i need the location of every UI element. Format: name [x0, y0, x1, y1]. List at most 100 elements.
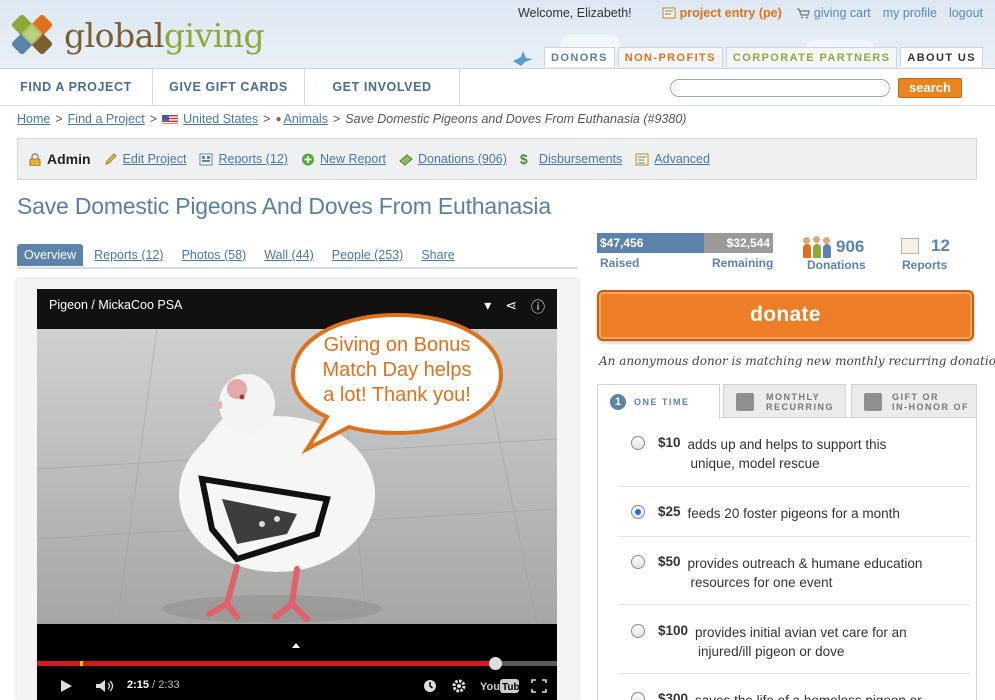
- admin-donations-item[interactable]: Donations (906): [399, 152, 507, 166]
- dollar-icon: $: [519, 150, 528, 167]
- breadcrumb-category[interactable]: Animals: [284, 112, 328, 126]
- volume-icon[interactable]: [95, 679, 117, 693]
- report-doc-icon: [901, 238, 919, 254]
- match-note: An anonymous donor is matching new month…: [599, 354, 995, 368]
- donations-label[interactable]: Donations: [807, 258, 866, 272]
- donation-option-25[interactable]: $25 feeds 20 foster pigeons for a month: [598, 504, 976, 523]
- welcome-text: Welcome, Elizabeth!: [517, 6, 632, 20]
- share-icon[interactable]: ⋖: [505, 297, 517, 317]
- donation-option-10[interactable]: $10 adds up and helps to support this uni…: [598, 435, 976, 473]
- info-icon[interactable]: ⓘ: [531, 297, 545, 317]
- tab-wall[interactable]: Wall (44): [264, 248, 314, 262]
- edit-project-item[interactable]: Edit Project: [104, 152, 187, 166]
- disbursements-item[interactable]: $ Disbursements: [519, 150, 622, 167]
- tab-people[interactable]: People (253): [332, 248, 404, 262]
- edit-project-link[interactable]: Edit Project: [123, 152, 187, 166]
- radio-50[interactable]: [631, 555, 645, 569]
- giving-cart-link[interactable]: giving cart: [796, 6, 871, 20]
- play-icon[interactable]: [59, 679, 73, 693]
- svg-text:You: You: [480, 681, 500, 693]
- tab-donors[interactable]: DONORS: [544, 47, 615, 67]
- video-control-row: 2:15 / 2:33 YouTube: [37, 677, 557, 695]
- donation-option-50[interactable]: $50 provides outreach & humane education…: [598, 554, 976, 592]
- video-time: 2:15 / 2:33: [127, 679, 180, 691]
- admin-reports-link[interactable]: Reports (12): [218, 152, 287, 166]
- funding-progress-bar: $47,456 $32,544: [597, 233, 773, 253]
- settings-gear-icon[interactable]: [451, 678, 467, 694]
- donate-button[interactable]: donate: [597, 290, 974, 341]
- nav-get-involved[interactable]: GET INVOLVED: [305, 69, 460, 106]
- donation-option-100[interactable]: $100 provides initial avian vet care for…: [598, 623, 976, 661]
- fullscreen-icon[interactable]: [531, 679, 547, 693]
- radio-10[interactable]: [631, 436, 645, 450]
- expand-arrow-icon[interactable]: [292, 643, 300, 648]
- breadcrumb-current: Save Domestic Pigeons and Doves From Eut…: [345, 112, 687, 126]
- disbursements-link[interactable]: Disbursements: [539, 152, 622, 166]
- logout-link[interactable]: logout: [949, 6, 983, 20]
- video-scrubber-handle[interactable]: [488, 657, 502, 670]
- advanced-icon: [635, 153, 649, 165]
- breadcrumb-home[interactable]: Home: [17, 112, 50, 126]
- cart-icon: [796, 8, 810, 19]
- main-nav: FIND A PROJECT GIVE GIFT CARDS GET INVOL…: [0, 68, 995, 106]
- radio-300[interactable]: [631, 692, 645, 700]
- tab-monthly-recurring[interactable]: MONTHLY RECURRING: [723, 384, 846, 418]
- reports-label[interactable]: Reports: [902, 258, 947, 272]
- admin-label-item: Admin: [28, 151, 91, 167]
- video-progress-bar[interactable]: [37, 657, 557, 670]
- calendar-icon: [736, 392, 754, 411]
- tab-one-time[interactable]: 1 ONE TIME: [597, 384, 720, 419]
- donations-stat[interactable]: 906: [802, 236, 864, 258]
- advanced-link[interactable]: Advanced: [654, 152, 710, 166]
- breadcrumb-find-a-project[interactable]: Find a Project: [68, 112, 145, 126]
- pencil-icon: [104, 152, 117, 165]
- gift-icon: [864, 392, 882, 411]
- tab-overview[interactable]: Overview: [17, 244, 84, 266]
- tab-about-us[interactable]: ABOUT US: [900, 47, 983, 67]
- remaining-label: Remaining: [712, 256, 774, 270]
- tab-reports[interactable]: Reports (12): [94, 248, 163, 262]
- donation-options: $10 adds up and helps to support this uni…: [597, 417, 977, 700]
- tab-corporate-partners[interactable]: CORPORATE PARTNERS: [725, 47, 898, 67]
- admin-donations-link[interactable]: Donations (906): [418, 152, 507, 166]
- globalgiving-logo[interactable]: globalgiving: [10, 13, 265, 56]
- nav-find-a-project[interactable]: FIND A PROJECT: [0, 69, 153, 106]
- tab-share[interactable]: Share: [421, 248, 454, 262]
- advanced-item[interactable]: Advanced: [635, 152, 710, 166]
- radio-25[interactable]: [631, 505, 645, 519]
- new-report-item[interactable]: New Report: [301, 152, 386, 166]
- admin-label: Admin: [47, 151, 91, 167]
- youtube-logo-icon[interactable]: YouTube: [480, 678, 520, 694]
- video-ad-marker: [80, 661, 83, 666]
- reports-count: 12: [931, 236, 950, 255]
- watch-later-icon[interactable]: [423, 679, 437, 693]
- tab-gift-in-honor[interactable]: GIFT OR IN-HONOR OF: [851, 384, 977, 418]
- search-field[interactable]: [670, 79, 890, 98]
- video-title[interactable]: Pigeon / MickaCoo PSA: [49, 298, 182, 312]
- breadcrumb: Home > Find a Project > United States > …: [17, 112, 687, 126]
- speech-bubble-text: Giving on Bonus Match Day helps a lot! T…: [322, 334, 472, 406]
- speech-bubble: Giving on Bonus Match Day helps a lot! T…: [287, 309, 507, 469]
- video-player[interactable]: Pigeon / MickaCoo PSA ▾ ⋖ ⓘ Giving on Bo…: [37, 289, 557, 700]
- new-report-link[interactable]: New Report: [320, 152, 386, 166]
- tab-photos[interactable]: Photos (58): [182, 248, 247, 262]
- video-frame: Pigeon / MickaCoo PSA ▾ ⋖ ⓘ Giving on Bo…: [17, 279, 578, 700]
- logo-mark-icon: [10, 13, 54, 56]
- admin-reports-item[interactable]: Reports (12): [199, 152, 288, 166]
- search-input[interactable]: [671, 82, 889, 98]
- nav-give-gift-cards[interactable]: GIVE GIFT CARDS: [153, 69, 305, 106]
- breadcrumb-country[interactable]: United States: [183, 112, 258, 126]
- my-profile-link[interactable]: my profile: [883, 6, 937, 20]
- donations-count: 906: [836, 237, 865, 256]
- radio-100[interactable]: [631, 624, 645, 638]
- project-title: Save Domestic Pigeons And Doves From Eut…: [17, 193, 551, 219]
- search-button[interactable]: search: [898, 78, 962, 98]
- donors-icon: [802, 236, 832, 258]
- donation-type-tabs: 1 ONE TIME MONTHLY RECURRING GIFT OR IN-HO…: [597, 384, 977, 419]
- project-entry-link[interactable]: project entry (pe): [662, 6, 782, 20]
- donation-option-300[interactable]: $300 saves the life of a homeless pigeon…: [598, 691, 976, 700]
- origami-bird-icon: [513, 51, 534, 66]
- reports-stat[interactable]: 12: [901, 236, 950, 256]
- tab-non-profits[interactable]: NON-PROFITS: [617, 47, 723, 67]
- video-controls: 2:15 / 2:33 YouTube: [37, 625, 557, 700]
